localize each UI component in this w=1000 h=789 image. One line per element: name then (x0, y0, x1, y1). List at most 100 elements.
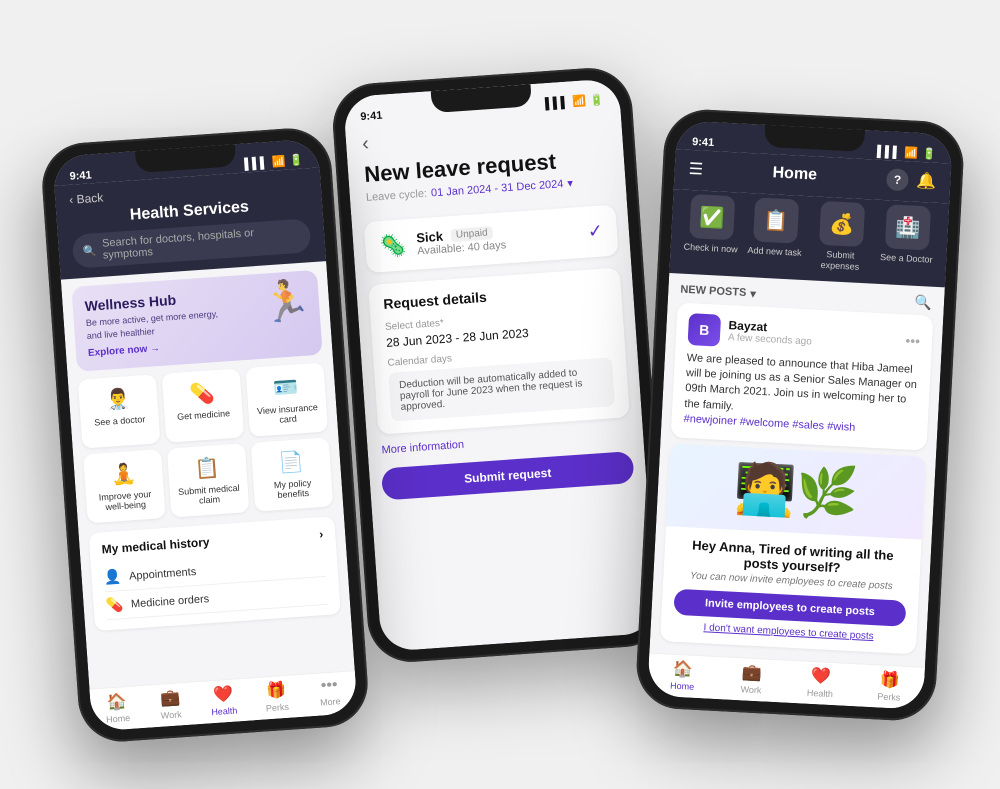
health-search-icon: 🔍 (82, 243, 97, 257)
post-more-btn[interactable]: ••• (905, 332, 921, 349)
status-icons-leave: ▌▌▌ 📶 🔋 (545, 93, 605, 110)
leave-cycle-label: Leave cycle: (366, 187, 428, 203)
leave-card-info: Sick Unpaid Available: 40 days (416, 224, 507, 257)
insurance-label: View insurance card (254, 402, 321, 427)
nav-home-label: Home (106, 712, 131, 724)
home-nav-home-label: Home (670, 680, 695, 691)
nav-more-label: More (320, 696, 341, 707)
grid-get-medicine[interactable]: 💊 Get medicine (162, 368, 245, 442)
home-header-icons: ? 🔔 (886, 168, 937, 193)
grid-insurance-card[interactable]: 🪪 View insurance card (245, 362, 328, 436)
posts-chevron[interactable]: ▾ (750, 286, 756, 299)
posts-search-icon[interactable]: 🔍 (914, 293, 932, 311)
home-quick-actions: ✅ Check in now 📋 Add new task 💰 Submit e… (669, 189, 949, 287)
policy-icon: 📄 (278, 449, 305, 476)
medicine-orders-icon: 💊 (105, 596, 124, 614)
health-nav-more[interactable]: ••• More (302, 675, 357, 711)
appointments-icon: 👤 (103, 568, 122, 586)
phone-leave-inner: 9:41 ▌▌▌ 📶 🔋 ‹ New leave request Leave c… (343, 78, 657, 652)
action-doctor[interactable]: 🏥 See a Doctor (876, 203, 940, 276)
home-nav-health-icon: ❤️ (810, 665, 831, 686)
health-grid: 👨‍⚕️ See a doctor 💊 Get medicine 🪪 View … (78, 362, 333, 523)
post-author-info: Bayzat A few seconds ago (728, 318, 813, 347)
home-nav-home-icon: 🏠 (673, 658, 694, 679)
home-nav-perks-label: Perks (877, 691, 901, 702)
medicine-orders-label: Medicine orders (131, 592, 210, 609)
health-nav-health[interactable]: ❤️ Health (196, 682, 251, 718)
post-tags: #newjoiner #welcome #sales #wish (683, 413, 855, 434)
home-nav-home[interactable]: 🏠 Home (647, 657, 718, 693)
health-screen: 9:41 ▌▌▌ 📶 🔋 ‹ Back Health Services 🔍 Se… (52, 138, 358, 731)
promo-invite-btn[interactable]: Invite employees to create posts (673, 588, 906, 626)
checkin-icon: ✅ (689, 194, 735, 240)
expenses-icon: 💰 (819, 200, 865, 246)
battery-icon: 🔋 (590, 93, 605, 107)
home-nav-health[interactable]: ❤️ Health (785, 664, 856, 700)
promo-art-icon: 🧑‍💻🌿 (732, 458, 859, 523)
insurance-icon: 🪪 (273, 374, 300, 401)
wellbeing-icon: 🧘 (110, 461, 137, 488)
leave-sick-card[interactable]: 🦠 Sick Unpaid Available: 40 days ✓ (364, 204, 619, 272)
nav-work-icon: 💼 (159, 687, 180, 708)
grid-medical-claim[interactable]: 📋 Submit medical claim (167, 443, 250, 517)
nav-more-icon: ••• (320, 676, 338, 695)
status-time-leave: 9:41 (360, 109, 383, 123)
leave-details-section: Request details Select dates* 28 Jun 202… (368, 267, 630, 434)
nav-perks-label: Perks (266, 701, 290, 713)
help-button[interactable]: ? (886, 168, 909, 191)
sick-icon: 🦠 (379, 231, 408, 259)
policy-label: My policy benefits (259, 476, 326, 501)
leave-section-title: Request details (383, 280, 608, 312)
status-time-home: 9:41 (692, 135, 715, 148)
action-add-task[interactable]: 📋 Add new task (744, 196, 808, 269)
promo-body: Hey Anna, Tired of writing all the posts… (660, 525, 922, 653)
leave-header: ‹ New leave request Leave cycle: 01 Jan … (345, 106, 627, 214)
health-nav-home[interactable]: 🏠 Home (90, 689, 145, 725)
post-text: We are pleased to announce that Hiba Jam… (683, 350, 919, 439)
addtask-label: Add new task (747, 245, 802, 259)
phone-leave: 9:41 ▌▌▌ 📶 🔋 ‹ New leave request Leave c… (330, 65, 670, 665)
home-post-card: B Bayzat A few seconds ago ••• We are pl… (671, 302, 934, 450)
signal-icon-h: ▌▌▌ (244, 156, 268, 170)
scene: 9:41 ▌▌▌ 📶 🔋 ‹ New leave request Leave c… (20, 15, 980, 775)
status-icons-home: ▌▌▌ 📶 🔋 (877, 144, 936, 160)
home-nav-work-icon: 💼 (741, 662, 762, 683)
wifi-icon: 📶 (572, 94, 587, 108)
grid-wellbeing[interactable]: 🧘 Improve your well-being (83, 449, 166, 523)
posts-title: NEW POSTS ▾ (680, 283, 756, 300)
grid-policy[interactable]: 📄 My policy benefits (251, 437, 334, 511)
health-search-placeholder: Search for doctors, hospitals or symptom… (102, 223, 301, 261)
nav-work-label: Work (161, 709, 182, 720)
battery-icon-home: 🔋 (922, 147, 936, 161)
history-arrow: › (319, 527, 324, 541)
home-title: Home (772, 164, 817, 184)
nav-health-label: Health (211, 705, 238, 717)
health-nav-perks[interactable]: 🎁 Perks (249, 678, 304, 714)
bell-icon[interactable]: 🔔 (916, 170, 937, 191)
health-bottom-nav: 🏠 Home 💼 Work ❤️ Health 🎁 Perks (89, 670, 357, 731)
phone-home: 9:41 ▌▌▌ 📶 🔋 ☰ Home ? 🔔 (635, 107, 966, 722)
home-menu-icon[interactable]: ☰ (688, 158, 703, 179)
home-nav-work-label: Work (740, 684, 761, 695)
action-expenses[interactable]: 💰 Submit expenses (808, 200, 876, 273)
grid-see-doctor[interactable]: 👨‍⚕️ See a doctor (78, 374, 161, 448)
phone-health: 9:41 ▌▌▌ 📶 🔋 ‹ Back Health Services 🔍 Se… (39, 125, 370, 744)
leave-card-title: Sick (416, 228, 444, 245)
leave-card-left: 🦠 Sick Unpaid Available: 40 days (379, 224, 507, 260)
home-nav-perks[interactable]: 🎁 Perks (854, 668, 925, 704)
checkin-label: Check in now (683, 241, 738, 255)
leave-cycle-chevron[interactable]: ▾ (567, 176, 573, 189)
wifi-icon-home: 📶 (904, 146, 918, 160)
home-nav-health-label: Health (807, 687, 834, 698)
medicine-icon: 💊 (189, 380, 216, 407)
health-history: My medical history › 👤 Appointments 💊 Me… (89, 516, 341, 631)
wellness-banner[interactable]: Wellness Hub Be more active, get more en… (71, 269, 322, 371)
signal-icon: ▌▌▌ (545, 96, 569, 110)
nav-home-icon: 🏠 (106, 691, 127, 712)
action-checkin[interactable]: ✅ Check in now (680, 193, 744, 266)
home-nav-perks-icon: 🎁 (879, 669, 900, 690)
phone-home-inner: 9:41 ▌▌▌ 📶 🔋 ☰ Home ? 🔔 (647, 120, 953, 710)
leave-card-badge: Unpaid (451, 226, 494, 242)
health-nav-work[interactable]: 💼 Work (143, 686, 198, 722)
home-nav-work[interactable]: 💼 Work (716, 661, 787, 697)
